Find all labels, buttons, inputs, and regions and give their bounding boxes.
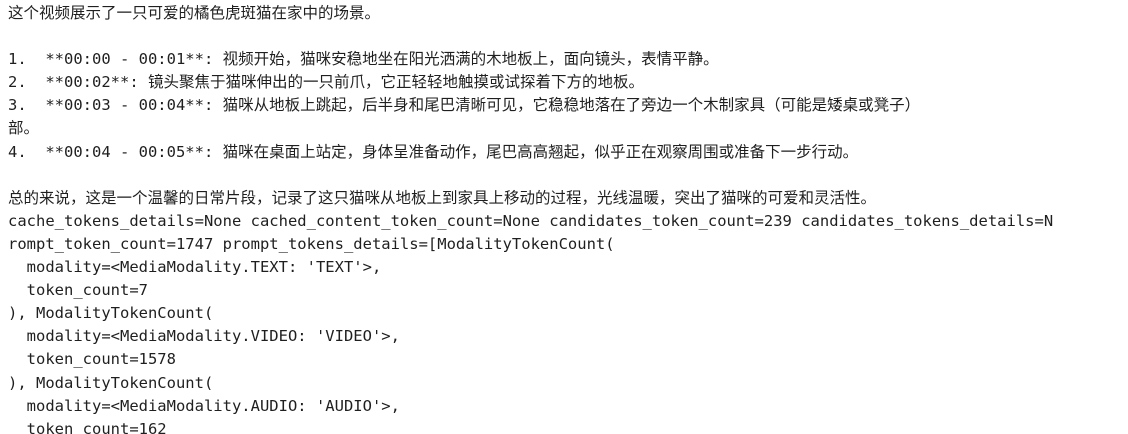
- modality-text-line: modality=<MediaModality.TEXT: 'TEXT'>,: [8, 258, 382, 277]
- timeline-item-2: 2. **00:02**: 镜头聚焦于猫咪伸出的一只前爪，它正轻轻地触摸或试探着…: [8, 73, 644, 92]
- modality-video-line: modality=<MediaModality.VIDEO: 'VIDEO'>,: [8, 327, 400, 346]
- summary-intro-line: 这个视频展示了一只可爱的橘色虎斑猫在家中的场景。: [8, 4, 381, 22]
- timeline-item-3-wrap: 部。: [8, 119, 40, 138]
- token-count-video-line: token_count=1578: [8, 350, 176, 369]
- prompt-token-count-line: rompt_token_count=1747 prompt_tokens_det…: [8, 234, 615, 253]
- usage-metadata-line: cache_tokens_details=None cached_content…: [8, 211, 1054, 230]
- modality-audio-line: modality=<MediaModality.AUDIO: 'AUDIO'>,: [8, 396, 400, 415]
- timeline-item-3: 3. **00:03 - 00:04**: 猫咪从地板上跳起，后半身和尾巴清晰可…: [8, 96, 921, 115]
- token-count-text-line: token_count=7: [8, 281, 148, 300]
- modality-token-count-open-line: ), ModalityTokenCount(: [8, 304, 214, 323]
- token-count-audio-line: token_count=162: [8, 419, 167, 434]
- timeline-item-1: 1. **00:00 - 00:01**: 视频开始，猫咪安稳地坐在阳光洒满的木…: [8, 50, 719, 69]
- modality-token-count-open-line: ), ModalityTokenCount(: [8, 373, 214, 392]
- timeline-item-4: 4. **00:04 - 00:05**: 猫咪在桌面上站定，身体呈准备动作，尾…: [8, 142, 859, 161]
- summary-conclusion-line: 总的来说，这是一个温馨的日常片段，记录了这只猫咪从地板上到家具上移动的过程，光线…: [8, 188, 877, 207]
- console-output: 这个视频展示了一只可爱的橘色虎斑猫在家中的场景。 1. **00:00 - 00…: [0, 0, 1128, 434]
